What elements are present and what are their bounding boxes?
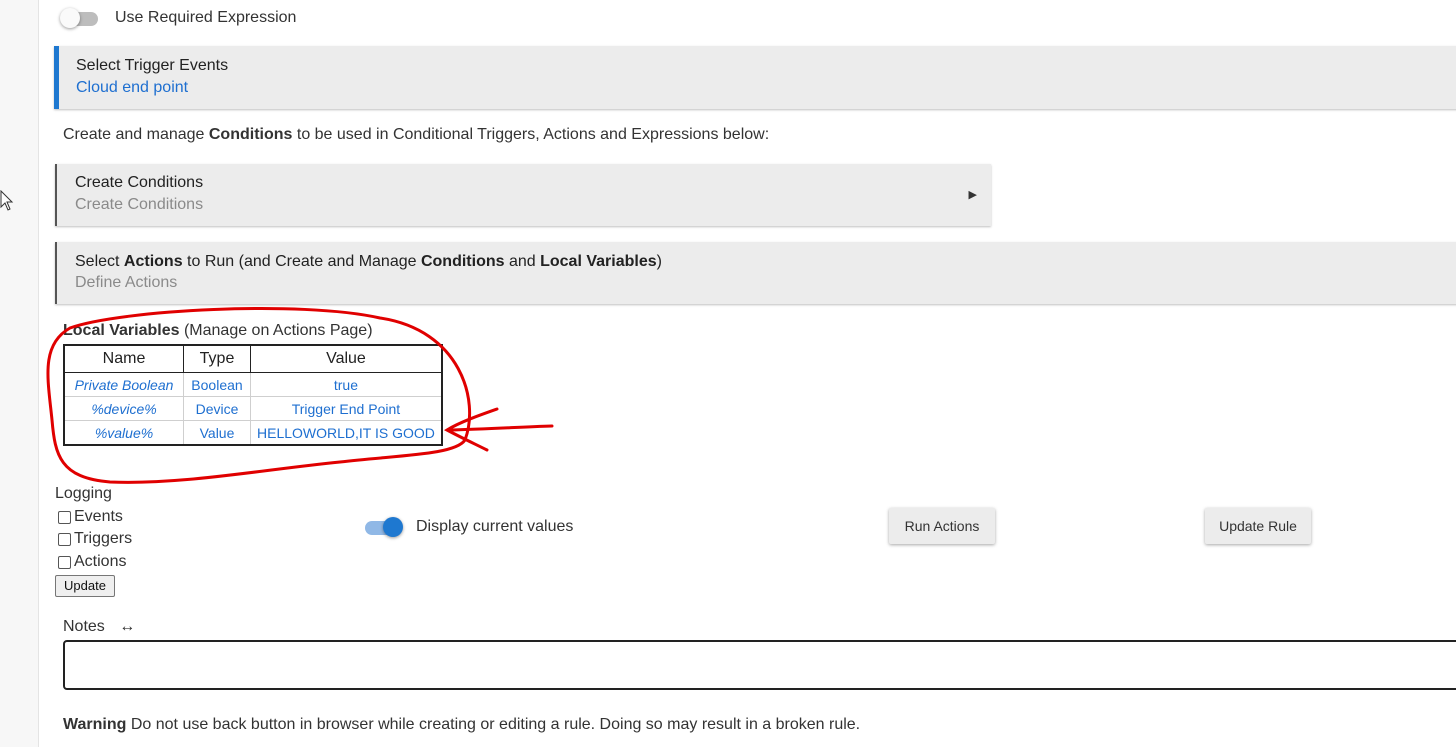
events-label: Events: [74, 508, 123, 525]
actions-title-part: Select: [75, 253, 124, 270]
intro-bold: Conditions: [208, 126, 293, 143]
variable-type: Boolean: [183, 372, 251, 397]
local-variables-heading: Local Variables (Manage on Actions Page): [63, 322, 373, 340]
toggle-knob: [60, 8, 80, 28]
actions-panel-subtitle: Define Actions: [75, 274, 178, 291]
variable-name[interactable]: %value%: [63, 420, 184, 446]
lv-heading-rest: (Manage on Actions Page): [179, 322, 373, 339]
required-expression-toggle[interactable]: [60, 8, 98, 28]
variable-name[interactable]: Private Boolean: [63, 372, 184, 397]
expand-arrow-icon[interactable]: ▶: [969, 188, 977, 201]
left-rail: [0, 0, 39, 747]
select-trigger-events-panel[interactable]: Select Trigger Events Cloud end point: [54, 46, 1456, 109]
trigger-panel-value[interactable]: Cloud end point: [76, 79, 188, 97]
required-expression-label: Use Required Expression: [115, 9, 297, 26]
conditions-panel-subtitle: Create Conditions: [75, 196, 204, 213]
variable-value: true: [249, 372, 443, 397]
variable-name[interactable]: %device%: [63, 396, 184, 421]
select-actions-panel[interactable]: Select Actions to Run (and Create and Ma…: [55, 242, 1456, 304]
variable-value: HELLOWORLD,IT IS GOOD: [249, 420, 443, 446]
column-header-type: Type: [183, 344, 251, 373]
intro-prefix: Create and manage: [63, 126, 209, 143]
run-actions-button[interactable]: Run Actions: [889, 508, 995, 544]
actions-label: Actions: [74, 553, 127, 570]
display-current-values-label: Display current values: [416, 518, 574, 535]
conditions-panel-title: Create Conditions: [75, 174, 204, 191]
notes-textarea[interactable]: [63, 640, 1456, 690]
variable-value: Trigger End Point: [249, 396, 443, 421]
notes-label-row: Notes ↔: [63, 618, 135, 636]
create-conditions-panel[interactable]: Create Conditions Create Conditions ▶: [55, 164, 991, 226]
logging-triggers-option[interactable]: Triggers: [58, 530, 132, 548]
actions-title-bold: Local Variables: [540, 253, 657, 270]
logging-title: Logging: [55, 485, 112, 502]
notes-label: Notes: [63, 618, 105, 635]
update-rule-button[interactable]: Update Rule: [1205, 508, 1311, 544]
variable-type: Device: [183, 396, 251, 421]
table-header-row: Name Type Value: [63, 344, 443, 373]
intro-suffix: to be used in Conditional Triggers, Acti…: [292, 126, 770, 143]
trigger-panel-title: Select Trigger Events: [76, 57, 229, 74]
logging-events-option[interactable]: Events: [58, 508, 123, 526]
display-current-values-toggle[interactable]: [365, 517, 403, 537]
actions-title-bold: Actions: [123, 253, 183, 270]
table-row: %value% Value HELLOWORLD,IT IS GOOD: [63, 420, 443, 446]
logging-actions-option[interactable]: Actions: [58, 553, 126, 571]
triggers-label: Triggers: [74, 530, 133, 547]
actions-title-part: ): [656, 253, 662, 270]
table-row: Private Boolean Boolean true: [63, 372, 443, 397]
actions-checkbox[interactable]: [58, 555, 71, 569]
warning-message: Do not use back button in browser while …: [126, 716, 861, 733]
local-variables-table: Name Type Value Private Boolean Boolean …: [63, 344, 443, 446]
column-header-name: Name: [63, 344, 184, 373]
warning-bold: Warning: [63, 716, 127, 733]
triggers-checkbox[interactable]: [58, 532, 71, 546]
toggle-knob: [383, 517, 403, 537]
logging-update-button[interactable]: Update: [55, 575, 115, 597]
rule-editor: Use Required Expression Select Trigger E…: [38, 0, 1456, 747]
actions-title-part: and: [504, 253, 541, 270]
expand-horizontal-icon[interactable]: ↔: [119, 618, 135, 635]
actions-title-part: to Run (and Create and Manage: [182, 253, 421, 270]
lv-heading-bold: Local Variables: [63, 322, 180, 339]
conditions-intro-text: Create and manage Conditions to be used …: [63, 126, 769, 144]
table-row: %device% Device Trigger End Point: [63, 396, 443, 421]
actions-panel-title: Select Actions to Run (and Create and Ma…: [75, 253, 662, 271]
actions-title-bold: Conditions: [420, 253, 505, 270]
mouse-cursor-icon: [0, 190, 14, 211]
warning-text: Warning Do not use back button in browse…: [63, 716, 860, 734]
column-header-value: Value: [249, 344, 443, 373]
events-checkbox[interactable]: [58, 510, 71, 524]
variable-type: Value: [183, 420, 251, 446]
